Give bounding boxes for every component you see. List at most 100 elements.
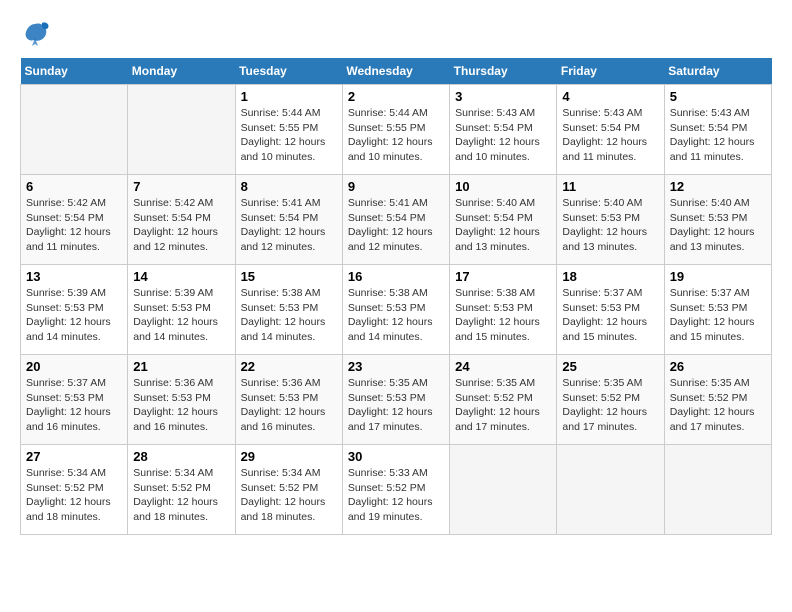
- day-info: Sunrise: 5:36 AM Sunset: 5:53 PM Dayligh…: [133, 376, 229, 435]
- day-info: Sunrise: 5:40 AM Sunset: 5:53 PM Dayligh…: [670, 196, 766, 255]
- calendar-cell: 8 Sunrise: 5:41 AM Sunset: 5:54 PM Daylig…: [235, 175, 342, 265]
- day-info: Sunrise: 5:43 AM Sunset: 5:54 PM Dayligh…: [562, 106, 658, 165]
- col-header-tuesday: Tuesday: [235, 58, 342, 85]
- day-number: 18: [562, 269, 658, 284]
- calendar-cell: [128, 85, 235, 175]
- calendar-cell: 14 Sunrise: 5:39 AM Sunset: 5:53 PM Dayli…: [128, 265, 235, 355]
- day-number: 6: [26, 179, 122, 194]
- day-number: 23: [348, 359, 444, 374]
- day-info: Sunrise: 5:33 AM Sunset: 5:52 PM Dayligh…: [348, 466, 444, 525]
- calendar-cell: 29 Sunrise: 5:34 AM Sunset: 5:52 PM Dayli…: [235, 445, 342, 535]
- day-info: Sunrise: 5:36 AM Sunset: 5:53 PM Dayligh…: [241, 376, 337, 435]
- calendar-cell: [664, 445, 771, 535]
- calendar-cell: [21, 85, 128, 175]
- day-number: 14: [133, 269, 229, 284]
- logo-icon: [20, 20, 50, 48]
- calendar-table: SundayMondayTuesdayWednesdayThursdayFrid…: [20, 58, 772, 535]
- day-info: Sunrise: 5:41 AM Sunset: 5:54 PM Dayligh…: [241, 196, 337, 255]
- calendar-cell: 23 Sunrise: 5:35 AM Sunset: 5:53 PM Dayli…: [342, 355, 449, 445]
- calendar-cell: 21 Sunrise: 5:36 AM Sunset: 5:53 PM Dayli…: [128, 355, 235, 445]
- calendar-cell: 7Sunrise: 5:42 AM Sunset: 5:54 PM Daylig…: [128, 175, 235, 265]
- day-number: 2: [348, 89, 444, 104]
- calendar-cell: 1Sunrise: 5:44 AM Sunset: 5:55 PM Daylig…: [235, 85, 342, 175]
- day-info: Sunrise: 5:35 AM Sunset: 5:52 PM Dayligh…: [670, 376, 766, 435]
- day-number: 13: [26, 269, 122, 284]
- calendar-cell: 24Sunrise: 5:35 AM Sunset: 5:52 PM Dayli…: [450, 355, 557, 445]
- day-info: Sunrise: 5:34 AM Sunset: 5:52 PM Dayligh…: [133, 466, 229, 525]
- col-header-friday: Friday: [557, 58, 664, 85]
- day-info: Sunrise: 5:42 AM Sunset: 5:54 PM Dayligh…: [26, 196, 122, 255]
- calendar-cell: 10 Sunrise: 5:40 AM Sunset: 5:54 PM Dayli…: [450, 175, 557, 265]
- day-number: 4: [562, 89, 658, 104]
- day-number: 1: [241, 89, 337, 104]
- logo: [20, 20, 54, 48]
- day-number: 29: [241, 449, 337, 464]
- col-header-wednesday: Wednesday: [342, 58, 449, 85]
- calendar-cell: 20 Sunrise: 5:37 AM Sunset: 5:53 PM Dayli…: [21, 355, 128, 445]
- calendar-cell: [557, 445, 664, 535]
- col-header-monday: Monday: [128, 58, 235, 85]
- calendar-cell: 28Sunrise: 5:34 AM Sunset: 5:52 PM Dayli…: [128, 445, 235, 535]
- day-info: Sunrise: 5:37 AM Sunset: 5:53 PM Dayligh…: [26, 376, 122, 435]
- day-info: Sunrise: 5:37 AM Sunset: 5:53 PM Dayligh…: [670, 286, 766, 345]
- page-header: [20, 20, 772, 48]
- day-number: 19: [670, 269, 766, 284]
- calendar-cell: 18 Sunrise: 5:37 AM Sunset: 5:53 PM Dayli…: [557, 265, 664, 355]
- calendar-cell: 16 Sunrise: 5:38 AM Sunset: 5:53 PM Dayli…: [342, 265, 449, 355]
- col-header-thursday: Thursday: [450, 58, 557, 85]
- day-info: Sunrise: 5:39 AM Sunset: 5:53 PM Dayligh…: [26, 286, 122, 345]
- day-number: 25: [562, 359, 658, 374]
- day-info: Sunrise: 5:35 AM Sunset: 5:52 PM Dayligh…: [455, 376, 551, 435]
- calendar-cell: 13 Sunrise: 5:39 AM Sunset: 5:53 PM Dayli…: [21, 265, 128, 355]
- day-info: Sunrise: 5:40 AM Sunset: 5:54 PM Dayligh…: [455, 196, 551, 255]
- calendar-cell: 22 Sunrise: 5:36 AM Sunset: 5:53 PM Dayli…: [235, 355, 342, 445]
- calendar-cell: 2 Sunrise: 5:44 AM Sunset: 5:55 PM Daylig…: [342, 85, 449, 175]
- day-info: Sunrise: 5:38 AM Sunset: 5:53 PM Dayligh…: [455, 286, 551, 345]
- calendar-cell: 25Sunrise: 5:35 AM Sunset: 5:52 PM Dayli…: [557, 355, 664, 445]
- calendar-cell: 27 Sunrise: 5:34 AM Sunset: 5:52 PM Dayli…: [21, 445, 128, 535]
- day-info: Sunrise: 5:44 AM Sunset: 5:55 PM Dayligh…: [348, 106, 444, 165]
- day-number: 22: [241, 359, 337, 374]
- day-info: Sunrise: 5:43 AM Sunset: 5:54 PM Dayligh…: [455, 106, 551, 165]
- calendar-cell: 17 Sunrise: 5:38 AM Sunset: 5:53 PM Dayli…: [450, 265, 557, 355]
- calendar-cell: 6 Sunrise: 5:42 AM Sunset: 5:54 PM Daylig…: [21, 175, 128, 265]
- day-number: 5: [670, 89, 766, 104]
- day-number: 27: [26, 449, 122, 464]
- calendar-cell: 4 Sunrise: 5:43 AM Sunset: 5:54 PM Daylig…: [557, 85, 664, 175]
- day-number: 12: [670, 179, 766, 194]
- day-info: Sunrise: 5:43 AM Sunset: 5:54 PM Dayligh…: [670, 106, 766, 165]
- day-number: 9: [348, 179, 444, 194]
- day-info: Sunrise: 5:40 AM Sunset: 5:53 PM Dayligh…: [562, 196, 658, 255]
- day-number: 26: [670, 359, 766, 374]
- day-info: Sunrise: 5:41 AM Sunset: 5:54 PM Dayligh…: [348, 196, 444, 255]
- calendar-cell: 11 Sunrise: 5:40 AM Sunset: 5:53 PM Dayli…: [557, 175, 664, 265]
- calendar-cell: 19 Sunrise: 5:37 AM Sunset: 5:53 PM Dayli…: [664, 265, 771, 355]
- day-number: 10: [455, 179, 551, 194]
- day-number: 16: [348, 269, 444, 284]
- calendar-cell: 5 Sunrise: 5:43 AM Sunset: 5:54 PM Daylig…: [664, 85, 771, 175]
- calendar-cell: 26 Sunrise: 5:35 AM Sunset: 5:52 PM Dayli…: [664, 355, 771, 445]
- day-info: Sunrise: 5:38 AM Sunset: 5:53 PM Dayligh…: [241, 286, 337, 345]
- calendar-cell: 9 Sunrise: 5:41 AM Sunset: 5:54 PM Daylig…: [342, 175, 449, 265]
- calendar-cell: 12 Sunrise: 5:40 AM Sunset: 5:53 PM Dayli…: [664, 175, 771, 265]
- day-info: Sunrise: 5:35 AM Sunset: 5:53 PM Dayligh…: [348, 376, 444, 435]
- day-number: 17: [455, 269, 551, 284]
- day-number: 15: [241, 269, 337, 284]
- day-info: Sunrise: 5:37 AM Sunset: 5:53 PM Dayligh…: [562, 286, 658, 345]
- calendar-cell: 30 Sunrise: 5:33 AM Sunset: 5:52 PM Dayli…: [342, 445, 449, 535]
- calendar-cell: 15 Sunrise: 5:38 AM Sunset: 5:53 PM Dayli…: [235, 265, 342, 355]
- calendar-cell: [450, 445, 557, 535]
- day-number: 20: [26, 359, 122, 374]
- day-number: 30: [348, 449, 444, 464]
- day-number: 7: [133, 179, 229, 194]
- day-info: Sunrise: 5:39 AM Sunset: 5:53 PM Dayligh…: [133, 286, 229, 345]
- day-number: 3: [455, 89, 551, 104]
- day-number: 11: [562, 179, 658, 194]
- day-info: Sunrise: 5:34 AM Sunset: 5:52 PM Dayligh…: [26, 466, 122, 525]
- day-number: 8: [241, 179, 337, 194]
- col-header-saturday: Saturday: [664, 58, 771, 85]
- calendar-cell: 3 Sunrise: 5:43 AM Sunset: 5:54 PM Daylig…: [450, 85, 557, 175]
- day-info: Sunrise: 5:34 AM Sunset: 5:52 PM Dayligh…: [241, 466, 337, 525]
- day-number: 21: [133, 359, 229, 374]
- day-info: Sunrise: 5:38 AM Sunset: 5:53 PM Dayligh…: [348, 286, 444, 345]
